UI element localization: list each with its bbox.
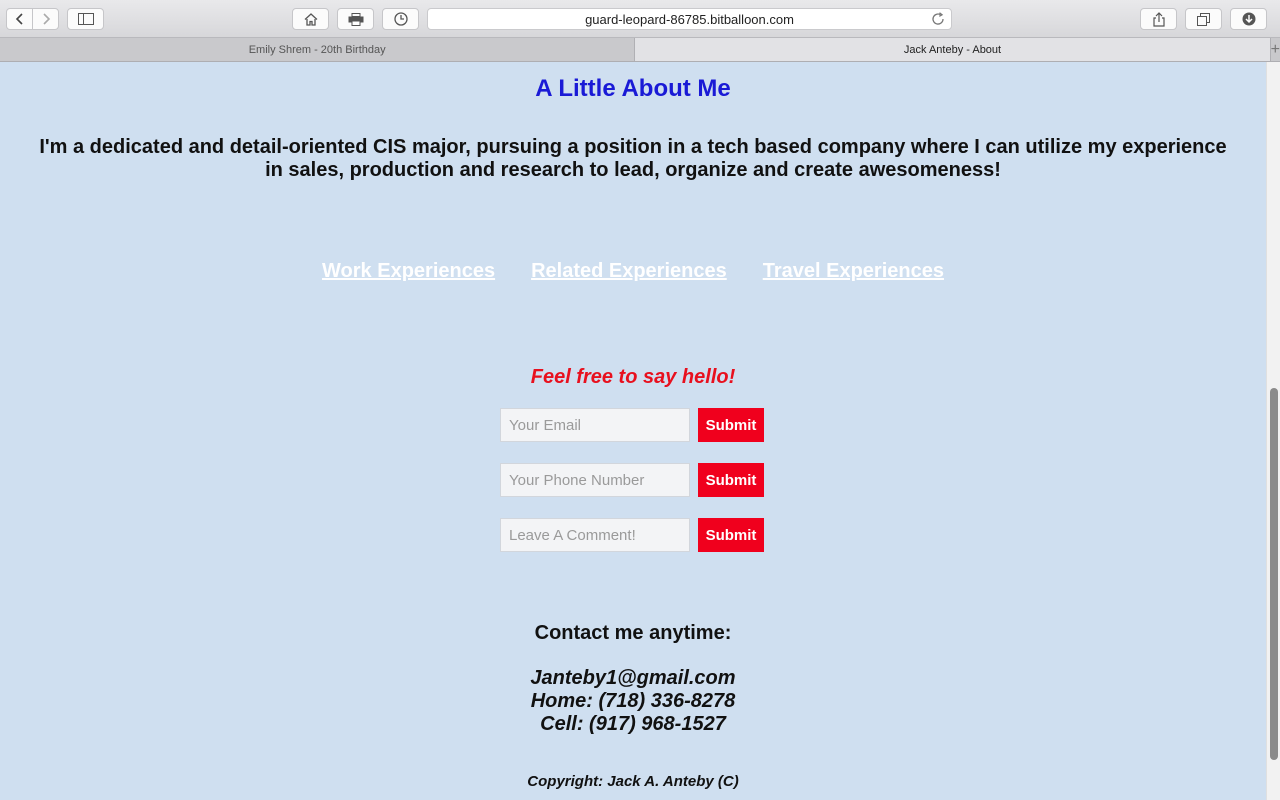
new-tab-icon: + — [1270, 40, 1280, 58]
history-button[interactable] — [382, 8, 419, 30]
email-submit-button[interactable]: Submit — [698, 408, 764, 442]
share-button[interactable] — [1140, 8, 1177, 30]
new-tab-button[interactable]: + — [1271, 38, 1280, 61]
contact-heading: Contact me anytime: — [534, 622, 732, 644]
tabs-overview-button[interactable] — [1185, 8, 1222, 30]
sidebar-icon — [77, 13, 94, 25]
home-button[interactable] — [292, 8, 329, 30]
tab-title: Jack Anteby - About — [903, 43, 1002, 56]
vertical-scrollbar[interactable] — [1266, 62, 1280, 800]
history-icon — [393, 12, 408, 26]
tab-bar: Emily Shrem - 20th Birthday Jack Anteby … — [0, 38, 1280, 62]
back-button[interactable] — [7, 9, 32, 29]
browser-toolbar: guard-leopard-86785.bitballoon.com — [0, 0, 1280, 38]
phone-submit-button[interactable]: Submit — [698, 463, 764, 497]
page-title: A Little About Me — [535, 75, 731, 102]
reload-icon[interactable] — [931, 12, 945, 26]
share-icon — [1152, 11, 1165, 27]
downloads-icon — [1242, 12, 1255, 26]
phone-input[interactable] — [500, 463, 690, 497]
related-experiences-link[interactable]: Related Experiences — [531, 260, 727, 283]
comment-form: Submit — [500, 518, 764, 552]
contact-info: Janteby1@gmail.com Home: (718) 336-8278 … — [0, 667, 1266, 736]
tabs-overview-icon — [1197, 12, 1210, 26]
copyright-text: Copyright: Jack A. Anteby (C) — [527, 773, 739, 790]
work-experiences-link[interactable]: Work Experiences — [322, 260, 495, 283]
contact-home-phone: Home: (718) 336-8278 — [530, 690, 736, 712]
hello-heading: Feel free to say hello! — [530, 366, 736, 388]
sidebar-button[interactable] — [67, 8, 104, 30]
forward-button[interactable] — [32, 9, 58, 29]
scrollbar-thumb[interactable] — [1270, 388, 1278, 760]
experience-links: Work Experiences Related Experiences Tra… — [0, 260, 1266, 283]
phone-form: Submit — [500, 463, 764, 497]
comment-submit-button[interactable]: Submit — [698, 518, 764, 552]
contact-cell-phone: Cell: (917) 968-1527 — [540, 713, 726, 735]
print-icon — [348, 12, 363, 26]
travel-experiences-link[interactable]: Travel Experiences — [763, 260, 944, 283]
print-button[interactable] — [337, 8, 374, 30]
comment-input[interactable] — [500, 518, 690, 552]
tab-emily-birthday[interactable]: Emily Shrem - 20th Birthday — [0, 38, 636, 61]
email-form: Submit — [500, 408, 764, 442]
email-input[interactable] — [500, 408, 690, 442]
nav-buttons — [6, 8, 59, 30]
forward-icon — [42, 13, 50, 25]
downloads-button[interactable] — [1230, 8, 1267, 30]
tab-jack-about[interactable]: Jack Anteby - About — [635, 38, 1271, 61]
page-content: A Little About Me I'm a dedicated and de… — [0, 62, 1266, 800]
back-icon — [15, 13, 23, 25]
home-icon — [304, 12, 317, 26]
url-text: guard-leopard-86785.bitballoon.com — [585, 11, 794, 27]
intro-text: I'm a dedicated and detail-oriented CIS … — [39, 136, 1227, 181]
address-bar[interactable]: guard-leopard-86785.bitballoon.com — [427, 8, 952, 30]
contact-email: Janteby1@gmail.com — [530, 667, 736, 689]
tab-title: Emily Shrem - 20th Birthday — [248, 43, 386, 56]
